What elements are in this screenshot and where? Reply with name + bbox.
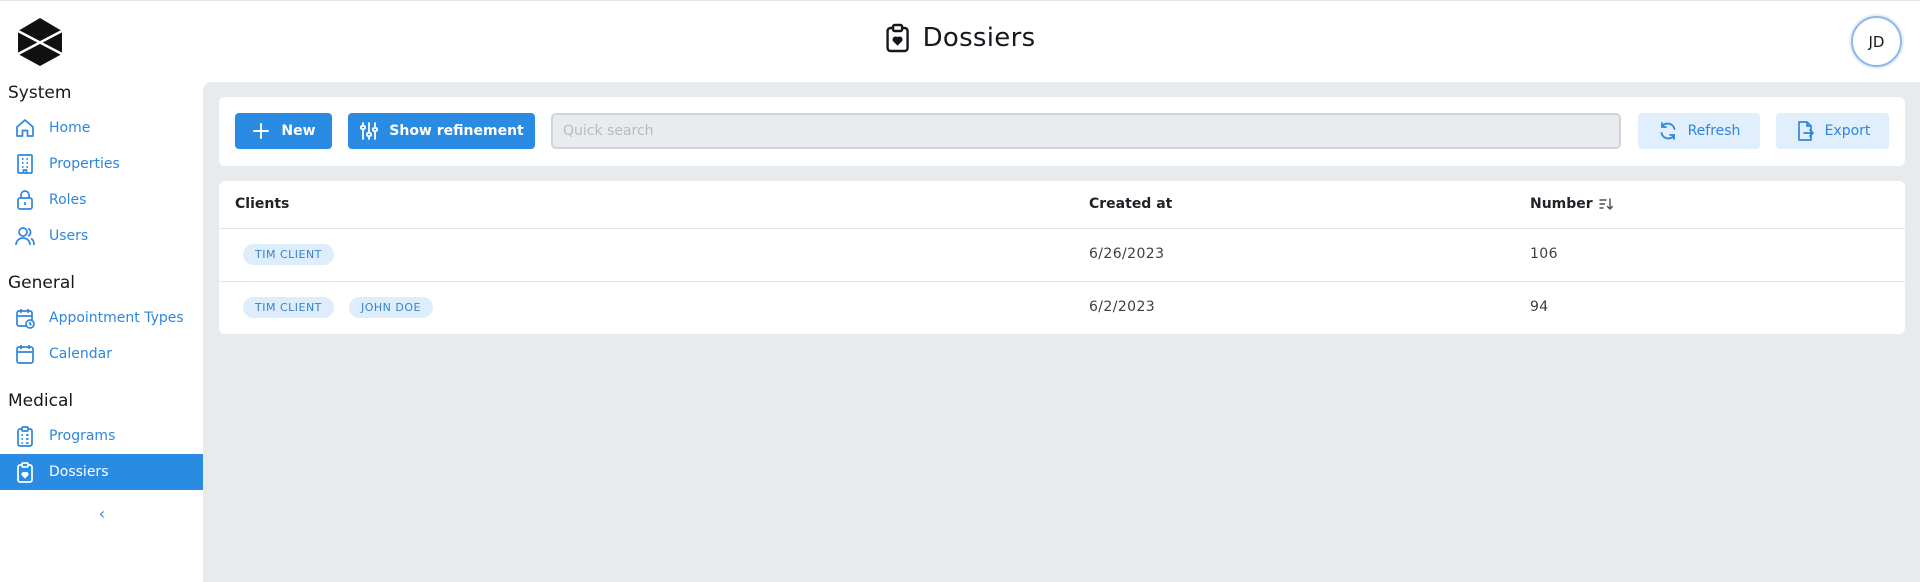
- show-refinement-button[interactable]: Show refinement: [348, 113, 535, 149]
- clipboard-heart-icon: [886, 23, 909, 53]
- refresh-icon: [1660, 122, 1675, 140]
- table-row[interactable]: TIM CLIENT 6/26/2023 106: [219, 228, 1905, 281]
- quick-search-input[interactable]: [551, 113, 1621, 149]
- sidebar-item-label: Calendar: [49, 346, 112, 362]
- sidebar-item-dossiers[interactable]: Dossiers: [0, 454, 203, 490]
- new-button-label: New: [281, 123, 316, 139]
- sidebar-item-label: Appointment Types: [49, 310, 184, 326]
- users-icon: [15, 227, 35, 246]
- sidebar-item-label: Home: [49, 120, 91, 136]
- number-cell: 94: [1530, 299, 1549, 315]
- building-icon: [17, 154, 33, 174]
- page-title-text: Dossiers: [922, 23, 1036, 53]
- export-button[interactable]: Export: [1776, 113, 1889, 149]
- clipboard-heart-icon: [17, 462, 33, 483]
- dossiers-table: Clients Created at Number TIM CLIENT 6/2…: [219, 181, 1905, 334]
- sliders-icon: [360, 122, 379, 140]
- top-bar: Dossiers JD: [0, 0, 1920, 80]
- number-cell: 106: [1530, 246, 1558, 262]
- page-title: Dossiers: [885, 23, 1036, 53]
- export-file-icon: [1797, 121, 1814, 141]
- created-at-cell: 6/26/2023: [1089, 246, 1165, 262]
- refresh-button-label: Refresh: [1687, 123, 1741, 139]
- client-chip[interactable]: JOHN DOE: [349, 297, 433, 318]
- column-header-created-at[interactable]: Created at: [1089, 196, 1172, 212]
- calendar-icon: [16, 345, 34, 364]
- sidebar-section-medical: Medical: [8, 391, 74, 411]
- logo[interactable]: [18, 18, 62, 66]
- sidebar: System Home Properties Roles Users Gener…: [0, 80, 203, 582]
- clipboard-list-icon: [17, 426, 33, 447]
- show-refinement-label: Show refinement: [389, 123, 524, 139]
- export-button-label: Export: [1824, 123, 1871, 139]
- sidebar-item-label: Dossiers: [49, 464, 109, 480]
- refresh-button[interactable]: Refresh: [1638, 113, 1760, 149]
- sidebar-item-label: Properties: [49, 156, 120, 172]
- sidebar-section-general: General: [8, 273, 75, 293]
- lock-icon: [17, 190, 33, 210]
- main-content: New Show refinement Refresh: [203, 82, 1920, 582]
- plus-icon: [253, 123, 270, 139]
- sidebar-item-label: Users: [49, 228, 89, 244]
- sidebar-section-system: System: [8, 83, 72, 103]
- client-chip[interactable]: TIM CLIENT: [243, 297, 334, 318]
- toolbar: New Show refinement Refresh: [219, 97, 1905, 166]
- sidebar-item-calendar[interactable]: Calendar: [0, 336, 203, 372]
- sidebar-item-home[interactable]: Home: [0, 110, 203, 146]
- sidebar-item-label: Roles: [49, 192, 87, 208]
- avatar[interactable]: JD: [1851, 16, 1902, 67]
- column-header-number[interactable]: Number: [1530, 196, 1613, 212]
- column-header-clients[interactable]: Clients: [235, 196, 289, 212]
- table-row[interactable]: TIM CLIENT JOHN DOE 6/2/2023 94: [219, 281, 1905, 334]
- client-chip[interactable]: TIM CLIENT: [243, 244, 334, 265]
- calendar-clock-icon: [16, 309, 35, 329]
- sidebar-item-appointment-types[interactable]: Appointment Types: [0, 300, 203, 336]
- sidebar-item-programs[interactable]: Programs: [0, 418, 203, 454]
- sidebar-item-properties[interactable]: Properties: [0, 146, 203, 182]
- home-icon: [16, 119, 34, 137]
- sidebar-item-roles[interactable]: Roles: [0, 182, 203, 218]
- collapse-sidebar-button[interactable]: ‹: [92, 503, 112, 523]
- chevron-left-icon: ‹: [98, 503, 106, 523]
- sort-descending-icon: [1599, 198, 1613, 210]
- new-button[interactable]: New: [235, 113, 332, 149]
- sidebar-item-label: Programs: [49, 428, 116, 444]
- sidebar-item-users[interactable]: Users: [0, 218, 203, 254]
- created-at-cell: 6/2/2023: [1089, 299, 1156, 315]
